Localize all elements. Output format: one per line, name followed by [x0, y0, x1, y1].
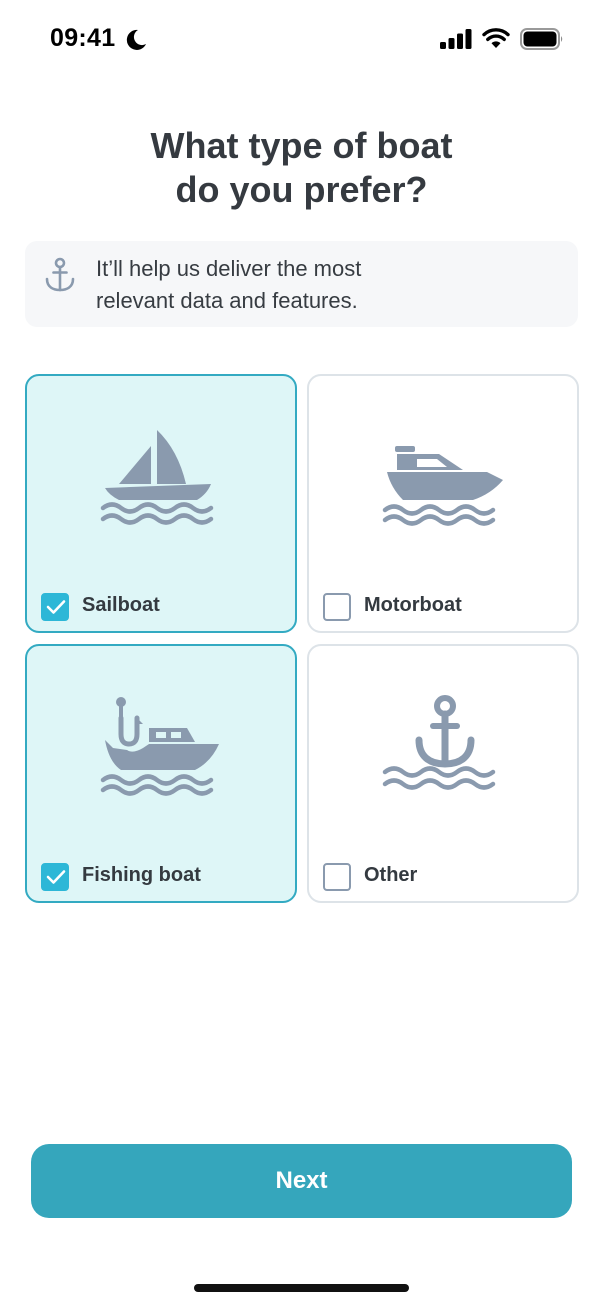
checkmark-icon [328, 869, 348, 885]
anchor-icon [45, 257, 75, 292]
option-card-other[interactable]: Other [307, 644, 579, 903]
battery-icon [520, 28, 563, 50]
info-text-line-1: It’ll help us deliver the most [96, 256, 362, 281]
info-text-line-2: relevant data and features. [96, 288, 358, 313]
status-bar: 09:41 [0, 0, 603, 80]
page-title-line-1: What type of boat [150, 125, 453, 166]
page-title-line-2: do you prefer? [175, 169, 428, 210]
checkmark-icon [328, 599, 348, 615]
checkbox[interactable] [41, 593, 69, 621]
checkmark-icon [46, 870, 66, 884]
next-button[interactable]: Next [31, 1144, 572, 1218]
fishing-boat-icon [100, 697, 219, 796]
home-indicator [194, 1284, 409, 1292]
option-label: Fishing boat [82, 864, 201, 886]
checkmark-icon [46, 600, 66, 614]
option-label: Motorboat [364, 594, 462, 616]
status-time: 09:41 [50, 24, 116, 52]
wifi-icon [482, 28, 510, 48]
checkbox[interactable] [41, 863, 69, 891]
signal-icon [440, 29, 472, 49]
checkbox[interactable] [323, 863, 351, 891]
info-text: It’ll help us deliver the most relevant … [96, 253, 566, 317]
option-label: Sailboat [82, 594, 160, 616]
option-card-motorboat[interactable]: Motorboat [307, 374, 579, 633]
anchor-waves-icon [382, 695, 496, 790]
info-box: It’ll help us deliver the most relevant … [25, 241, 578, 327]
option-card-sailboat[interactable]: Sailboat [25, 374, 297, 633]
motorboat-icon [382, 446, 503, 526]
sailboat-icon [100, 430, 214, 525]
checkbox[interactable] [323, 593, 351, 621]
page-title: What type of boat do you prefer? [0, 124, 603, 212]
moon-icon [126, 29, 146, 50]
option-card-fishing-boat[interactable]: Fishing boat [25, 644, 297, 903]
option-label: Other [364, 864, 418, 886]
